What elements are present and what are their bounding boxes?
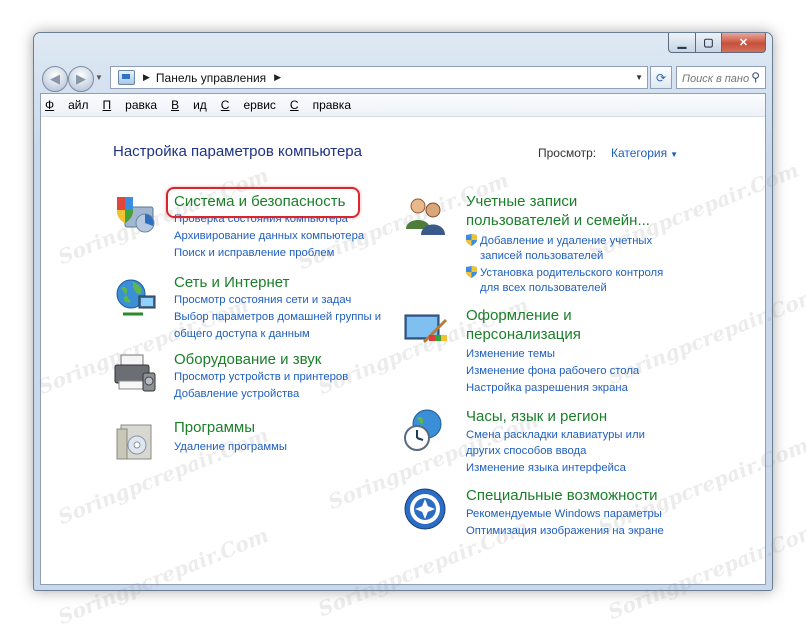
menu-view[interactable]: Вид (171, 98, 207, 112)
category-title-user-accounts-line1[interactable]: Учетные записи (466, 193, 577, 210)
minimize-button[interactable]: ▁ (668, 33, 696, 53)
maximize-button[interactable]: ▢ (696, 33, 722, 53)
link-screen-resolution[interactable]: Настройка разрешения экрана (466, 382, 628, 394)
link-backup-computer[interactable]: Архивирование данных компьютера (174, 230, 364, 242)
link-change-keyboard[interactable]: Смена раскладки клавиатуры или (466, 429, 645, 441)
shield-computer-icon (117, 197, 155, 233)
link-homegroup-sharing[interactable]: общего доступа к данным (174, 328, 310, 340)
forward-arrow-icon: ▶ (76, 71, 86, 86)
link-troubleshoot[interactable]: Поиск и исправление проблем (174, 247, 334, 259)
address-row: ◀ ▶ ▼ ▶ Панель управления ▶ ▼ ⟳ ⚲ (40, 65, 766, 93)
category-title-ease-of-access[interactable]: Специальные возможности (466, 487, 658, 504)
control-panel-window: ▁ ▢ ✕ ◀ ▶ ▼ ▶ Панель управления ▶ ▼ ⟳ ⚲ … (33, 32, 806, 629)
link-display-language[interactable]: Изменение языка интерфейса (466, 462, 626, 474)
link-parental-controls-text[interactable]: Установка родительского контроля (480, 267, 663, 279)
link-uninstall-program[interactable]: Удаление программы (174, 441, 287, 453)
link-recommended-settings[interactable]: Рекомендуемые Windows параметры (466, 508, 662, 520)
link-optimize-display[interactable]: Оптимизация изображения на экране (466, 525, 664, 537)
link-homegroup-options[interactable]: Выбор параметров домашней группы и (174, 311, 381, 323)
printer-icon (114, 354, 156, 392)
category-title-network-internet[interactable]: Сеть и Интернет (174, 274, 290, 291)
back-arrow-icon: ◀ (50, 71, 60, 86)
link-add-remove-accounts-cont[interactable]: записей пользователей (480, 250, 603, 262)
page-title: Настройка параметров компьютера (113, 143, 362, 160)
category-programs: Программы Удаление программы (113, 419, 413, 479)
link-add-remove-accounts[interactable]: Добавление и удаление учетных (466, 234, 652, 247)
uac-shield-icon (466, 266, 477, 278)
link-change-background[interactable]: Изменение фона рабочего стола (466, 365, 639, 377)
search-icon[interactable]: ⚲ (751, 70, 760, 84)
link-network-status[interactable]: Просмотр состояния сети и задач (174, 294, 351, 306)
link-parental-controls-cont[interactable]: для всех пользователей (480, 282, 607, 294)
forward-button[interactable]: ▶ (68, 66, 94, 92)
close-button[interactable]: ✕ (722, 33, 766, 53)
menu-help[interactable]: Справка (290, 98, 351, 112)
highlight-outline (166, 187, 360, 218)
breadcrumb-chevron-icon[interactable]: ▶ (274, 72, 281, 83)
history-dropdown-icon[interactable]: ▼ (95, 73, 103, 82)
caption-buttons: ▁ ▢ ✕ (668, 33, 766, 53)
category-appearance: Оформление и персонализация Изменение те… (403, 307, 733, 394)
search-box[interactable]: ⚲ (676, 66, 766, 89)
address-bar[interactable]: ▶ Панель управления ▶ ▼ (110, 66, 648, 89)
link-devices-printers[interactable]: Просмотр устройств и принтеров (174, 371, 348, 383)
menu-tools[interactable]: Сервис (221, 98, 276, 112)
view-by-value[interactable]: Категория (611, 146, 667, 160)
menu-bar: Файл Правка Вид Сервис Справка (41, 94, 765, 117)
category-ease-of-access: Специальные возможности Рекомендуемые Wi… (403, 487, 733, 547)
content-pane: Файл Правка Вид Сервис Справка Настройка… (35, 93, 806, 629)
category-title-appearance-line2[interactable]: персонализация (466, 326, 581, 343)
dropdown-arrow-icon: ▼ (670, 150, 679, 159)
category-title-appearance-line1[interactable]: Оформление и (466, 307, 572, 324)
watermark: Soringpcrepair.Com (54, 522, 272, 629)
menu-edit[interactable]: Правка (103, 98, 158, 112)
category-title-programs[interactable]: Программы (174, 419, 255, 436)
link-parental-controls[interactable]: Установка родительского контроля (466, 266, 663, 279)
view-by-label: Просмотр: (538, 146, 597, 160)
back-button[interactable]: ◀ (42, 66, 68, 92)
link-add-device[interactable]: Добавление устройства (174, 388, 299, 400)
category-title-clock-language[interactable]: Часы, язык и регион (466, 408, 607, 425)
category-clock-language: Часы, язык и регион Смена раскладки клав… (403, 408, 733, 478)
uac-shield-icon (466, 234, 477, 246)
control-panel-icon (118, 70, 135, 85)
network-globe-icon (116, 279, 156, 316)
users-icon (406, 198, 445, 235)
link-change-keyboard-cont[interactable]: других способов ввода (466, 445, 586, 457)
refresh-icon: ⟳ (655, 70, 667, 85)
ease-of-access-icon (404, 488, 446, 530)
clock-globe-icon (404, 409, 442, 451)
menu-file[interactable]: Файл (45, 98, 89, 112)
appearance-icon (404, 314, 447, 343)
category-user-accounts: Учетные записи пользователей и семейн...… (403, 193, 733, 294)
address-dropdown-icon[interactable]: ▼ (635, 73, 643, 82)
view-by-dropdown[interactable]: Категория ▼ (611, 146, 678, 160)
breadcrumb-control-panel[interactable]: Панель управления (156, 71, 266, 85)
refresh-button[interactable]: ⟳ (650, 66, 672, 89)
programs-icon (116, 424, 152, 460)
category-network-internet: Сеть и Интернет Просмотр состояния сети … (113, 274, 413, 344)
category-hardware-sound: Оборудование и звук Просмотр устройств и… (113, 351, 413, 411)
link-add-remove-accounts-text[interactable]: Добавление и удаление учетных (480, 235, 652, 247)
category-title-hardware-sound[interactable]: Оборудование и звук (174, 351, 321, 368)
breadcrumb-separator-icon[interactable]: ▶ (143, 72, 150, 83)
search-input[interactable] (680, 68, 754, 89)
link-change-theme[interactable]: Изменение темы (466, 348, 555, 360)
category-title-user-accounts-line2[interactable]: пользователей и семейн... (466, 212, 650, 229)
